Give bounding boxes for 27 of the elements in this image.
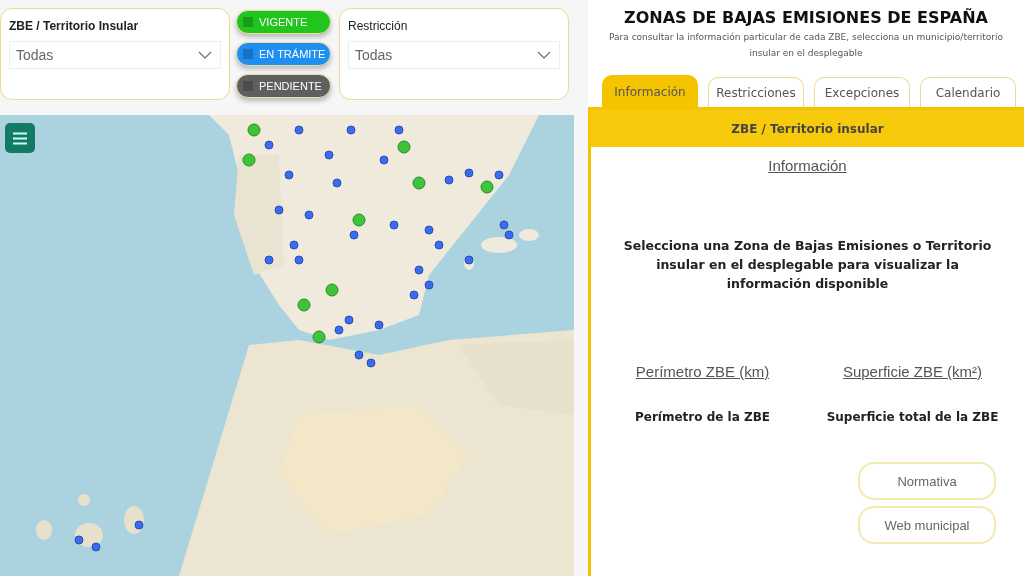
metric-title: Perímetro ZBE (km) [635,363,770,380]
tab[interactable]: Información [602,75,698,107]
menu-icon [12,131,28,145]
status-filter-button[interactable]: PENDIENTE [236,74,331,98]
menu-button[interactable] [5,123,35,153]
filter-label: Restricción [348,19,409,33]
metric-value: Superficie total de la ZBE [826,410,999,424]
tab[interactable]: Restricciones [708,77,804,107]
link-button[interactable]: Normativa [858,462,996,500]
section-title: Información [768,157,847,174]
metric-title: Superficie ZBE (km²) [842,363,983,380]
checkbox-icon [243,17,253,27]
instruction-text: Selecciona una Zona de Bajas Emisiones o Territorio insular en el desplegable para visualizar la información disponible [622,237,993,293]
status-filter-button[interactable]: EN TRÁMITE [236,42,331,66]
chevron-down-icon [537,51,551,59]
page-title: ZONAS DE BAJAS EMISIONES DE ESPAÑA [623,8,989,27]
chevron-down-icon [198,51,212,59]
tab[interactable]: Calendario [920,77,1016,107]
tab[interactable]: Excepciones [814,77,910,107]
dropdown[interactable]: Todas [9,41,221,69]
link-button[interactable]: Web municipal [858,506,996,544]
subtitle: Para consultar la información particular de cada ZBE, selecciona un municipio/territorio insular en el desplegable [608,31,1004,60]
metric-value: Perímetro de la ZBE [635,410,770,424]
panel-heading: ZBE / Territorio insular [591,110,1024,147]
checkbox-icon [243,49,253,59]
filter-label: ZBE / Territorio Insular [9,19,140,33]
dropdown[interactable]: Todas [348,41,560,69]
